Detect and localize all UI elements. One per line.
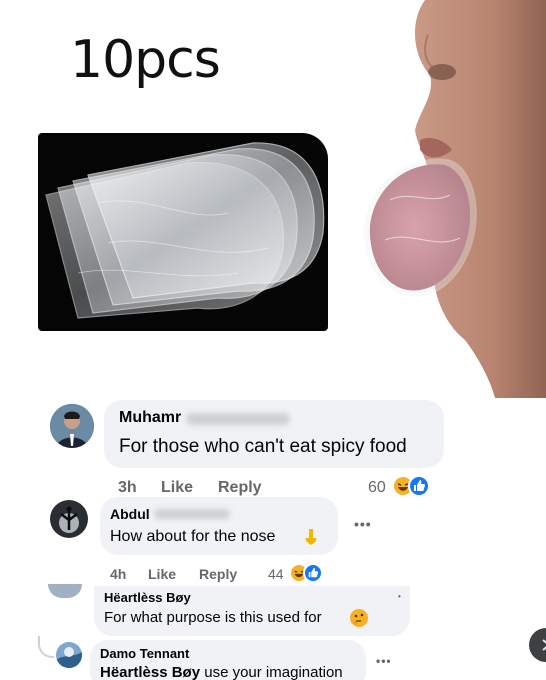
reactions[interactable] xyxy=(392,475,430,497)
plastic-film-sheets xyxy=(45,142,325,319)
reactions[interactable] xyxy=(289,563,323,583)
point-down-emoji-icon xyxy=(304,528,318,551)
like-button[interactable]: Like xyxy=(148,566,176,582)
reply-button[interactable]: Reply xyxy=(218,479,262,497)
comment-author[interactable]: Damo Tennant xyxy=(100,646,189,661)
reply-button[interactable]: Reply xyxy=(199,566,237,582)
reply-thread-line xyxy=(38,636,54,658)
comment-author[interactable]: Abdul xyxy=(110,506,150,522)
comment-time[interactable]: 4h xyxy=(110,566,126,582)
comment-text: For what purpose is this used for xyxy=(104,609,322,626)
product-title: 10pcs xyxy=(70,30,221,90)
comment-time[interactable]: 3h xyxy=(118,479,137,497)
avatar[interactable] xyxy=(48,584,82,598)
thinking-emoji-icon xyxy=(350,609,368,627)
like-reaction-icon xyxy=(408,475,430,497)
comment-author[interactable]: Muhamr xyxy=(119,409,181,427)
comment-text: How about for the nose xyxy=(110,528,276,545)
reaction-count[interactable]: 60 xyxy=(368,479,386,497)
comment-author[interactable]: Hëartlèss Bøy xyxy=(104,590,191,605)
avatar[interactable] xyxy=(56,642,82,668)
more-icon[interactable]: ••• xyxy=(376,654,392,668)
avatar[interactable] xyxy=(50,404,94,448)
redacted-name xyxy=(186,413,290,425)
like-reaction-icon xyxy=(303,563,323,583)
mention-link[interactable]: Hëartlèss Bøy xyxy=(100,664,200,680)
like-button[interactable]: Like xyxy=(161,479,193,497)
product-photo xyxy=(38,133,328,331)
comment-text: For those who can't eat spicy food xyxy=(119,436,407,457)
more-icon[interactable]: • xyxy=(398,592,402,601)
redacted-name xyxy=(154,509,230,519)
avatar[interactable] xyxy=(50,500,88,538)
face-photo xyxy=(330,0,546,398)
comment-text: Hëartlèss Bøy use your imagination xyxy=(100,664,343,680)
reaction-count[interactable]: 44 xyxy=(268,566,284,582)
more-icon[interactable]: ••• xyxy=(354,516,372,532)
scroll-button[interactable] xyxy=(529,628,546,662)
comment-text-body: use your imagination xyxy=(204,664,343,680)
